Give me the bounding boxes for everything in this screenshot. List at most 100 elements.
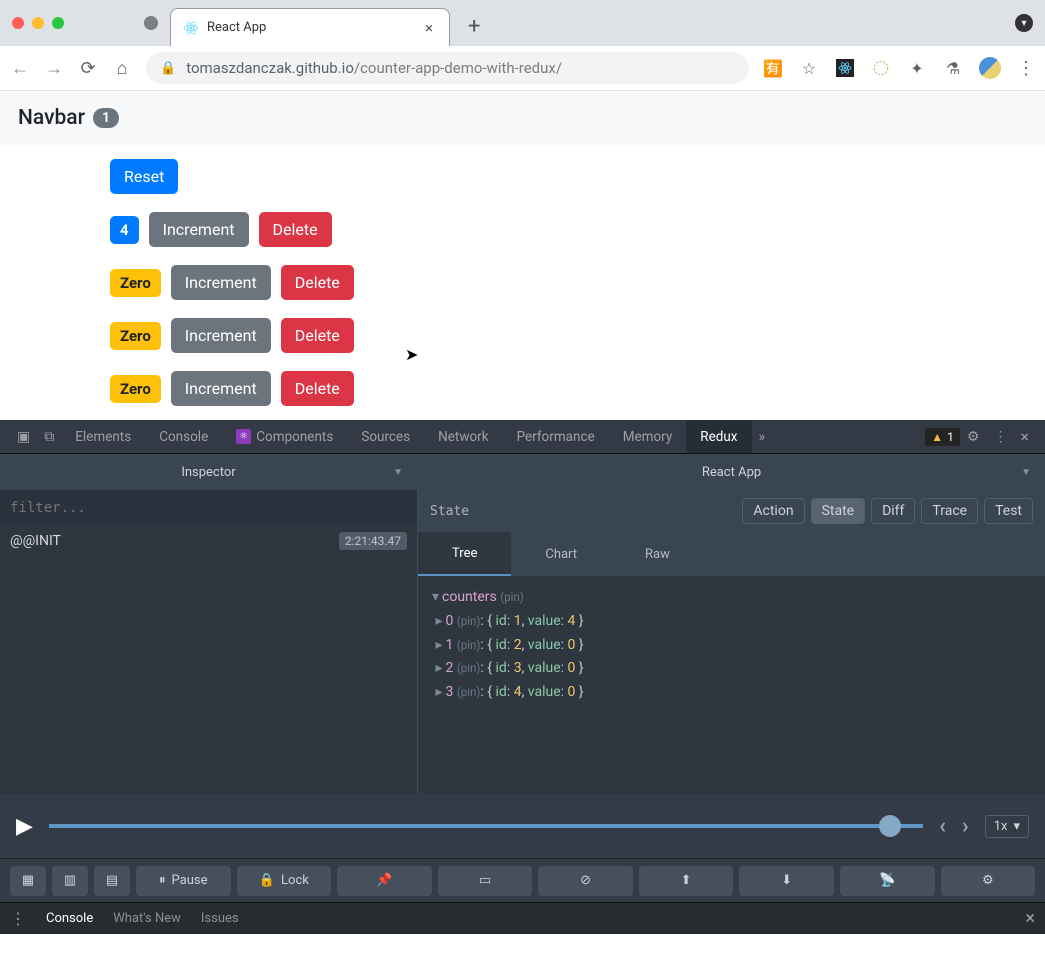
minimize-window[interactable] bbox=[32, 17, 44, 29]
devtools-tabs: ▣ ⧉ Elements Console ⚛Components Sources… bbox=[0, 420, 1045, 454]
tree-item[interactable]: ▸1 (pin): { id: 2, value: 0 } bbox=[432, 634, 1031, 658]
persist-icon: ▭ bbox=[479, 873, 491, 888]
tree-root[interactable]: ▾counters (pin) bbox=[432, 586, 1031, 610]
address-bar[interactable]: 🔒 tomaszdanczak.github.io/counter-app-de… bbox=[146, 52, 749, 84]
forward-button[interactable]: → bbox=[44, 58, 64, 79]
extensions-puzzle-icon[interactable]: ✦ bbox=[907, 58, 927, 78]
delete-button[interactable]: Delete bbox=[281, 265, 354, 300]
remote-button[interactable]: 📡 bbox=[840, 866, 935, 896]
tree-item[interactable]: ▸3 (pin): { id: 4, value: 0 } bbox=[432, 681, 1031, 705]
tree-item[interactable]: ▸2 (pin): { id: 3, value: 0 } bbox=[432, 657, 1031, 681]
tab-components[interactable]: ⚛Components bbox=[222, 420, 347, 453]
lock-button[interactable]: 🔒Lock bbox=[237, 866, 332, 896]
chevron-down-icon: ▼ bbox=[393, 467, 403, 478]
bookmark-star-icon[interactable]: ☆ bbox=[799, 58, 819, 78]
more-tabs-icon[interactable]: » bbox=[752, 429, 773, 445]
flask-icon[interactable]: ⚗ bbox=[943, 58, 963, 78]
layout1-button[interactable]: ▦ bbox=[10, 866, 46, 896]
devtools: ▣ ⧉ Elements Console ⚛Components Sources… bbox=[0, 420, 1045, 934]
playback-bar: ▶ ‹ › 1x▾ bbox=[0, 794, 1045, 858]
tab-sources[interactable]: Sources bbox=[347, 420, 424, 453]
browser-menu-icon[interactable]: ⋮ bbox=[1017, 58, 1035, 79]
device-toggle-icon[interactable]: ⧉ bbox=[37, 429, 61, 445]
play-button-icon[interactable]: ▶ bbox=[16, 814, 33, 839]
next-action-button[interactable]: › bbox=[962, 814, 969, 839]
drawer-issues-tab[interactable]: Issues bbox=[201, 911, 239, 926]
react-devtools-ext-icon[interactable] bbox=[835, 58, 855, 78]
prev-action-button[interactable]: ‹ bbox=[939, 814, 946, 839]
devtools-settings-icon[interactable]: ⚙ bbox=[960, 429, 987, 445]
dispatch-button[interactable]: ⊘ bbox=[538, 866, 633, 896]
home-button[interactable]: ⌂ bbox=[112, 58, 132, 79]
action-item[interactable]: @@INIT 2:21:43.47 bbox=[0, 526, 417, 556]
persist-button[interactable]: ▭ bbox=[438, 866, 533, 896]
tab-performance[interactable]: Performance bbox=[503, 420, 609, 453]
account-dropdown-icon[interactable]: ▾ bbox=[1015, 14, 1033, 32]
chart-tab[interactable]: Chart bbox=[511, 532, 611, 576]
action-filter-input[interactable] bbox=[0, 500, 417, 516]
view-action-button[interactable]: Action bbox=[742, 498, 804, 524]
drawer-whatsnew-tab[interactable]: What's New bbox=[113, 911, 181, 926]
maximize-window[interactable] bbox=[52, 17, 64, 29]
close-tab-icon[interactable]: × bbox=[421, 19, 437, 37]
warning-triangle-icon: ▲ bbox=[931, 430, 943, 444]
app-header[interactable]: React App ▼ bbox=[418, 454, 1045, 490]
reload-button[interactable]: ⟳ bbox=[78, 58, 98, 79]
react-favicon-icon bbox=[183, 20, 199, 36]
drawer-menu-icon[interactable]: ⋮ bbox=[10, 909, 26, 928]
action-type: @@INIT bbox=[10, 533, 61, 549]
settings-button[interactable]: ⚙ bbox=[941, 866, 1036, 896]
translate-icon[interactable]: 🈶 bbox=[763, 58, 783, 78]
dispatch-icon: ⊘ bbox=[580, 873, 591, 888]
view-test-button[interactable]: Test bbox=[984, 498, 1033, 524]
delete-button[interactable]: Delete bbox=[281, 318, 354, 353]
tree-tab[interactable]: Tree bbox=[418, 532, 511, 576]
inspector-header[interactable]: Inspector ▼ bbox=[0, 454, 417, 490]
upload-button[interactable]: ⬆ bbox=[639, 866, 734, 896]
close-window[interactable] bbox=[12, 17, 24, 29]
gear-icon: ⚙ bbox=[982, 873, 994, 888]
view-trace-button[interactable]: Trace bbox=[921, 498, 978, 524]
delete-button[interactable]: Delete bbox=[259, 212, 332, 247]
reset-button[interactable]: Reset bbox=[110, 159, 178, 194]
pin-button[interactable]: 📌 bbox=[337, 866, 432, 896]
drawer-console-tab[interactable]: Console bbox=[46, 911, 93, 926]
pause-button[interactable]: ⏸Pause bbox=[136, 866, 231, 896]
increment-button[interactable]: Increment bbox=[171, 265, 271, 300]
view-diff-button[interactable]: Diff bbox=[871, 498, 915, 524]
playback-slider[interactable] bbox=[49, 824, 923, 828]
layout3-button[interactable]: ▤ bbox=[94, 866, 130, 896]
raw-tab[interactable]: Raw bbox=[611, 532, 704, 576]
increment-button[interactable]: Increment bbox=[171, 371, 271, 406]
redux-ext-icon[interactable] bbox=[871, 58, 891, 78]
inspect-element-icon[interactable]: ▣ bbox=[10, 429, 37, 445]
tab-elements[interactable]: Elements bbox=[61, 420, 145, 453]
layout2-button[interactable]: ▥ bbox=[52, 866, 88, 896]
increment-button[interactable]: Increment bbox=[171, 318, 271, 353]
delete-button[interactable]: Delete bbox=[281, 371, 354, 406]
tab-redux[interactable]: Redux bbox=[686, 420, 751, 453]
state-tree: ▾counters (pin) ▸0 (pin): { id: 1, value… bbox=[418, 576, 1045, 794]
speed-select[interactable]: 1x▾ bbox=[985, 815, 1029, 838]
tab-console[interactable]: Console bbox=[145, 420, 222, 453]
app-viewport: Navbar 1 Reset 4 Increment Delete Zero I… bbox=[0, 91, 1045, 420]
redux-action-panel: Inspector ▼ @@INIT 2:21:43.47 bbox=[0, 454, 418, 794]
state-view-tabs: Tree Chart Raw bbox=[418, 532, 1045, 576]
new-tab-button[interactable]: + bbox=[468, 14, 480, 39]
slider-handle[interactable] bbox=[879, 815, 901, 837]
drawer-close-icon[interactable]: × bbox=[1025, 908, 1035, 929]
tab-network[interactable]: Network bbox=[424, 420, 502, 453]
profile-avatar[interactable] bbox=[979, 57, 1001, 79]
devtools-menu-icon[interactable]: ⋮ bbox=[986, 429, 1014, 445]
warning-badge[interactable]: ▲1 bbox=[925, 428, 960, 446]
download-button[interactable]: ⬇ bbox=[739, 866, 834, 896]
tab-drag-dot bbox=[144, 16, 158, 30]
view-state-button[interactable]: State bbox=[811, 498, 866, 524]
increment-button[interactable]: Increment bbox=[149, 212, 249, 247]
tree-item[interactable]: ▸0 (pin): { id: 1, value: 4 } bbox=[432, 610, 1031, 634]
redux-panel: Inspector ▼ @@INIT 2:21:43.47 React App … bbox=[0, 454, 1045, 794]
browser-tab[interactable]: React App × bbox=[170, 8, 450, 46]
back-button[interactable]: ← bbox=[10, 58, 30, 79]
tab-memory[interactable]: Memory bbox=[609, 420, 687, 453]
devtools-close-icon[interactable]: × bbox=[1014, 427, 1035, 446]
